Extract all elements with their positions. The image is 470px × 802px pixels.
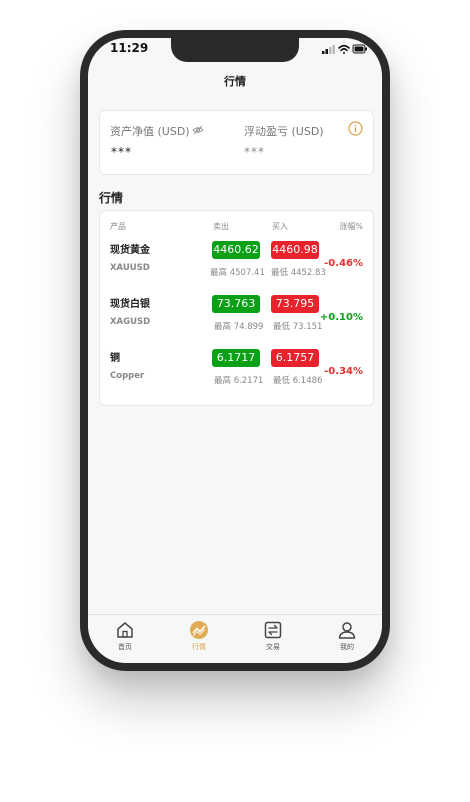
app-screen: 11:29 行情 资产净值 (USD) *** 浮动盈亏 (USD) *** 行… xyxy=(88,38,382,663)
product-name: 现货白银 xyxy=(110,299,150,310)
buy-price-button[interactable]: 4460.98 xyxy=(271,241,319,259)
change-percent: +0.10% xyxy=(319,312,363,323)
trade-icon xyxy=(264,621,282,639)
sell-price-button[interactable]: 6.1717 xyxy=(212,349,260,367)
device-notch xyxy=(171,38,299,62)
tab-home[interactable]: 首页 xyxy=(88,615,162,663)
high-price: 最高 4507.41 xyxy=(210,268,265,278)
product-name: 现货黄金 xyxy=(110,245,150,256)
net-value: *** xyxy=(111,145,132,159)
quote-row[interactable]: 铜 Copper 6.1717 6.1757 最高 6.2171 最低 6.14… xyxy=(100,349,373,399)
battery-icon xyxy=(352,44,367,54)
header-sell: 卖出 xyxy=(213,222,229,231)
high-price: 最高 74.899 xyxy=(214,322,264,332)
page-title: 行情 xyxy=(224,75,246,88)
status-time: 11:29 xyxy=(110,41,149,55)
profile-icon xyxy=(338,622,356,639)
sell-price-button[interactable]: 4460.62 xyxy=(212,241,260,259)
tab-label: 首页 xyxy=(118,643,132,651)
high-price: 最高 6.2171 xyxy=(214,376,264,386)
asset-summary-card: 资产净值 (USD) *** 浮动盈亏 (USD) *** xyxy=(99,110,374,175)
tab-profile[interactable]: 我的 xyxy=(310,615,382,663)
product-code: XAGUSD xyxy=(110,317,151,327)
tab-trade[interactable]: 交易 xyxy=(236,615,310,663)
section-title: 行情 xyxy=(99,191,124,205)
quote-row[interactable]: 现货黄金 XAUUSD 4460.62 4460.98 最高 4507.41 最… xyxy=(100,241,373,291)
buy-price-button[interactable]: 73.795 xyxy=(271,295,319,313)
header-buy: 买入 xyxy=(272,222,288,231)
tab-label: 行情 xyxy=(192,643,206,651)
quote-row[interactable]: 现货白银 XAGUSD 73.763 73.795 最高 74.899 最低 7… xyxy=(100,295,373,345)
header-change: 涨幅% xyxy=(339,222,363,231)
market-icon xyxy=(190,621,208,639)
sell-price-button[interactable]: 73.763 xyxy=(212,295,260,313)
product-name: 铜 xyxy=(110,353,120,364)
floating-pl: *** xyxy=(244,145,265,159)
product-code: XAUUSD xyxy=(110,263,150,273)
home-icon xyxy=(117,622,133,638)
eye-toggle-icon[interactable] xyxy=(192,125,204,135)
status-icons xyxy=(322,44,367,54)
quotes-table: 产品 卖出 买入 涨幅% 现货黄金 XAUUSD 4460.62 4460.98… xyxy=(99,210,374,406)
tab-label: 我的 xyxy=(340,643,354,651)
low-price: 最低 6.1486 xyxy=(273,376,323,386)
bottom-tab-bar: 首页 行情 交易 我的 xyxy=(88,614,382,663)
low-price: 最低 73.151 xyxy=(273,322,323,332)
tab-market[interactable]: 行情 xyxy=(162,615,236,663)
phone-frame: 11:29 行情 资产净值 (USD) *** 浮动盈亏 (USD) *** 行… xyxy=(80,30,390,671)
wifi-icon xyxy=(338,44,350,54)
info-icon[interactable] xyxy=(348,121,363,136)
cellular-signal-icon xyxy=(322,45,335,54)
buy-price-button[interactable]: 6.1757 xyxy=(271,349,319,367)
header-product: 产品 xyxy=(110,222,126,231)
net-value-label: 资产净值 (USD) xyxy=(110,125,190,138)
tab-label: 交易 xyxy=(266,643,280,651)
change-percent: -0.46% xyxy=(324,258,363,269)
low-price: 最低 4452.83 xyxy=(271,268,326,278)
floating-pl-label: 浮动盈亏 (USD) xyxy=(244,125,324,138)
change-percent: -0.34% xyxy=(324,366,363,377)
product-code: Copper xyxy=(110,371,145,381)
